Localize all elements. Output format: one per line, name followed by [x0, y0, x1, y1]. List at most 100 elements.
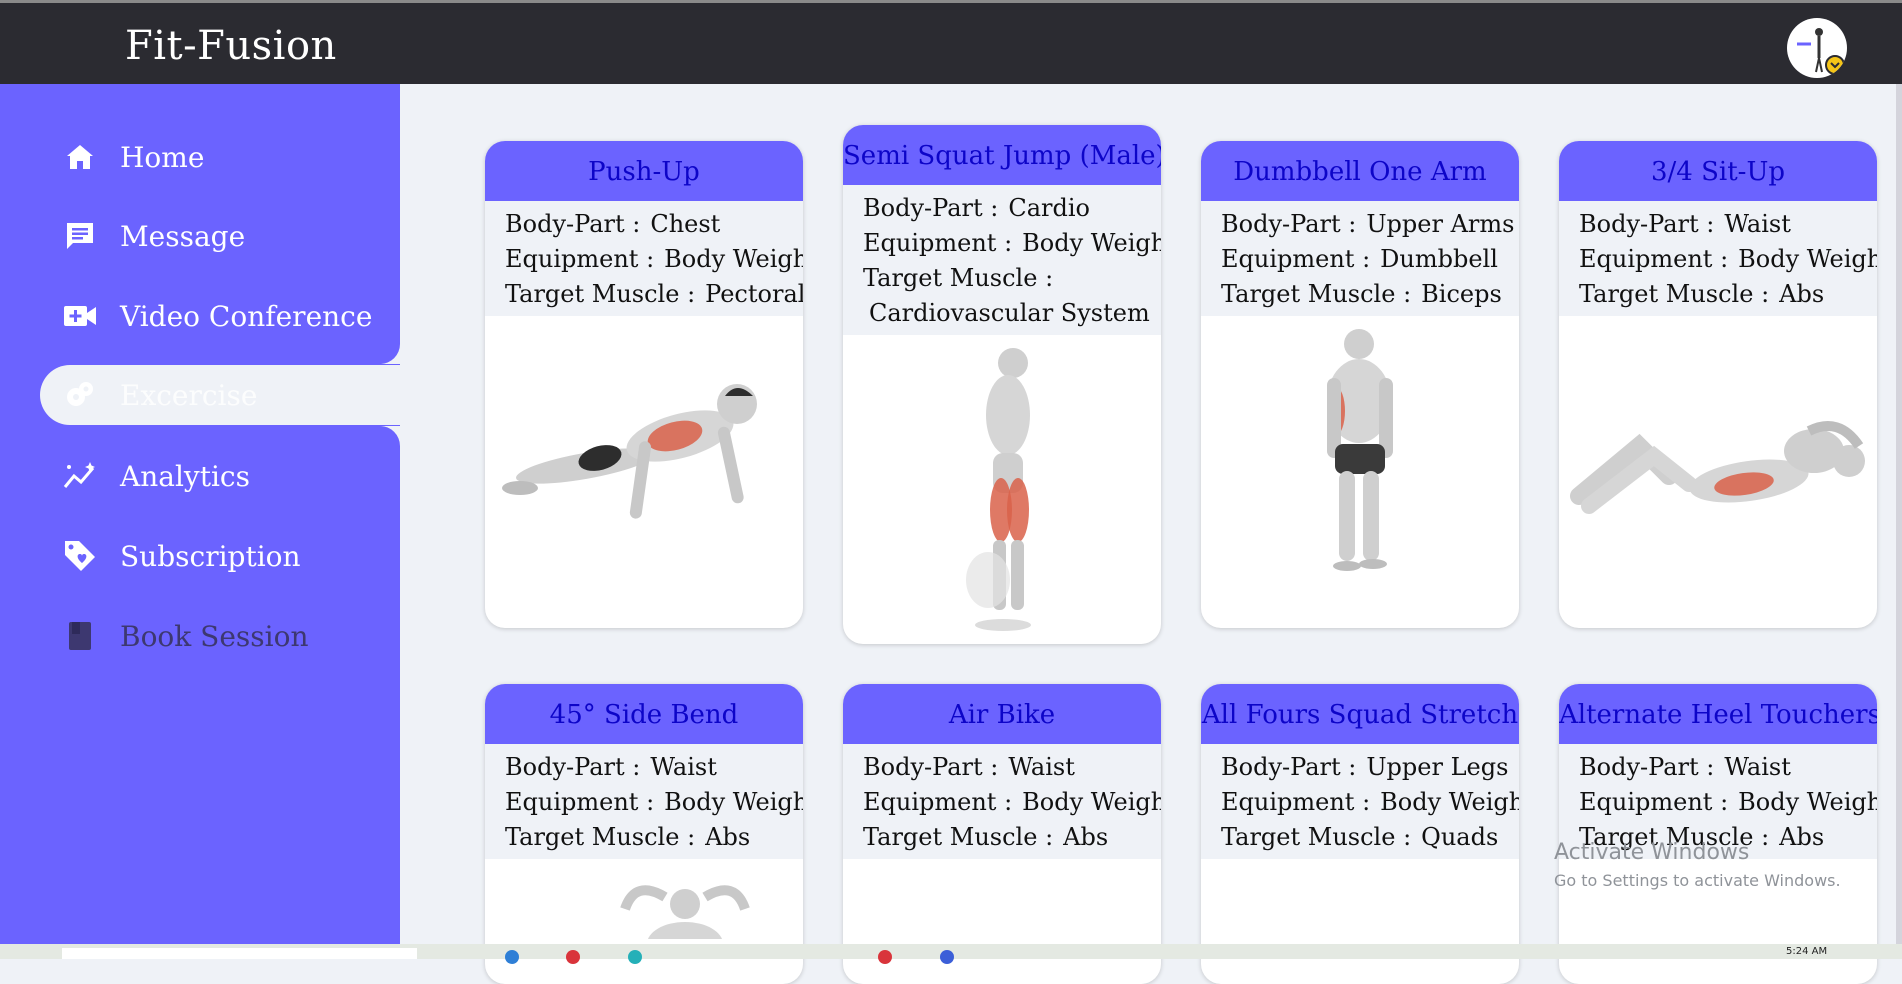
target-muscle-value: Cardiovascular System: [869, 299, 1150, 327]
exercise-card[interactable]: Dumbbell One Arm Body-Part : Upper Arms E…: [1201, 141, 1519, 628]
sidebar-item-label: Analytics: [120, 459, 250, 493]
sidebar-item-label: Excercise: [120, 378, 258, 412]
target-muscle-label: Target Muscle :: [505, 823, 696, 851]
target-muscle-value: Biceps: [1421, 280, 1502, 308]
sidebar-item-excercise[interactable]: Excercise: [40, 365, 400, 425]
body-part-value: Waist: [1724, 210, 1791, 238]
scrollbar[interactable]: [1896, 84, 1902, 944]
user-avatar[interactable]: [1787, 18, 1847, 78]
taskbar-clock[interactable]: 5:24 AM: [1786, 946, 1827, 957]
equipment-value: Dumbbell: [1380, 245, 1498, 273]
sidebar-item-label: Video Conference: [120, 299, 373, 333]
taskbar-app-icon[interactable]: [505, 950, 519, 964]
taskbar-app-icon[interactable]: [566, 950, 580, 964]
equipment-label: Equipment :: [1221, 788, 1371, 816]
sidebar-item-analytics[interactable]: Analytics: [40, 446, 400, 506]
exercise-card[interactable]: Push-Up Body-Part : Chest Equipment : Body…: [485, 141, 803, 628]
target-muscle-label: Target Muscle :: [505, 280, 696, 308]
exercise-card[interactable]: Alternate Heel Touchers Body-Part : Waist…: [1559, 684, 1877, 984]
top-bar: Fit-Fusion: [0, 0, 1902, 84]
equipment-label: Equipment :: [1579, 245, 1729, 273]
sidebar-item-video-conference[interactable]: Video Conference: [40, 286, 400, 346]
exercise-card[interactable]: Semi Squat Jump (Male) Body-Part : Cardio…: [843, 125, 1161, 644]
target-muscle-value: Quads: [1421, 823, 1499, 851]
body-part-value: Upper Legs: [1366, 753, 1509, 781]
exercise-title: Alternate Heel Touchers: [1559, 684, 1877, 744]
exercise-info: Body-Part : Waist Equipment : Body Weight …: [485, 744, 803, 859]
sidebar-item-home[interactable]: Home: [40, 127, 400, 187]
exercise-title: 45° Side Bend: [485, 684, 803, 744]
exercise-card[interactable]: Air Bike Body-Part : Waist Equipment : Bod…: [843, 684, 1161, 984]
equipment-value: Body Weight: [1738, 788, 1877, 816]
body-part-value: Waist: [1008, 753, 1075, 781]
target-muscle-label: Target Muscle :: [1221, 823, 1412, 851]
sidebar-curve: [360, 344, 400, 364]
exercise-icon: [40, 379, 120, 411]
equipment-value: Body Weight: [664, 245, 803, 273]
sidebar-curve: [360, 426, 400, 446]
sidebar-item-message[interactable]: Message: [40, 206, 400, 266]
message-icon: [40, 220, 120, 252]
body-part-value: Upper Arms: [1366, 210, 1515, 238]
taskbar-search[interactable]: [62, 948, 417, 959]
exercise-title: All Fours Squad Stretch: [1201, 684, 1519, 744]
body-part-value: Waist: [650, 753, 717, 781]
body-part-label: Body-Part :: [1579, 210, 1715, 238]
target-muscle-value: Pectorals: [705, 280, 803, 308]
equipment-label: Equipment :: [1579, 788, 1729, 816]
exercise-info: Body-Part : Upper Legs Equipment : Body We…: [1201, 744, 1519, 859]
body-part-label: Body-Part :: [505, 753, 641, 781]
equipment-label: Equipment :: [1221, 245, 1371, 273]
chevron-down-icon[interactable]: [1825, 55, 1845, 75]
equipment-label: Equipment :: [505, 245, 655, 273]
exercise-image: [843, 335, 1161, 639]
body-part-label: Body-Part :: [1579, 753, 1715, 781]
target-muscle-label: Target Muscle :: [863, 264, 1054, 292]
equipment-value: Body Weight: [1738, 245, 1877, 273]
sidebar-item-subscription[interactable]: Subscription: [40, 526, 400, 586]
equipment-value: Body Weight: [1380, 788, 1519, 816]
exercise-card[interactable]: All Fours Squad Stretch Body-Part : Upper…: [1201, 684, 1519, 984]
exercise-image: [485, 316, 803, 580]
target-muscle-label: Target Muscle :: [863, 823, 1054, 851]
exercise-card[interactable]: 45° Side Bend Body-Part : Waist Equipment…: [485, 684, 803, 984]
body-part-label: Body-Part :: [1221, 753, 1357, 781]
exercise-info: Body-Part : Cardio Equipment : Body Weight…: [843, 185, 1161, 335]
exercise-title: Air Bike: [843, 684, 1161, 744]
activation-watermark: Activate Windows Go to Settings to activ…: [1554, 840, 1841, 890]
tag-icon: [40, 539, 120, 573]
watermark-subtitle: Go to Settings to activate Windows.: [1554, 871, 1841, 890]
exercise-info: Body-Part : Chest Equipment : Body Weight …: [485, 201, 803, 316]
taskbar: 5:24 AM: [0, 944, 1902, 964]
taskbar-app-icon[interactable]: [940, 950, 954, 964]
exercise-info: Body-Part : Waist Equipment : Body Weight …: [843, 744, 1161, 859]
body-part-value: Cardio: [1008, 194, 1090, 222]
target-muscle-value: Abs: [1063, 823, 1109, 851]
exercise-card[interactable]: 3/4 Sit-Up Body-Part : Waist Equipment : B…: [1559, 141, 1877, 628]
exercise-info: Body-Part : Upper Arms Equipment : Dumbbel…: [1201, 201, 1519, 316]
exercise-image: [485, 859, 803, 966]
body-part-value: Chest: [650, 210, 721, 238]
equipment-value: Body Weight: [664, 788, 803, 816]
sidebar-item-book-session[interactable]: Book Session: [40, 606, 400, 666]
target-muscle-label: Target Muscle :: [1579, 280, 1770, 308]
body-part-label: Body-Part :: [1221, 210, 1357, 238]
equipment-label: Equipment :: [863, 229, 1013, 257]
equipment-value: Body Weight: [1022, 788, 1161, 816]
app-title[interactable]: Fit-Fusion: [125, 23, 337, 69]
body-part-label: Body-Part :: [863, 753, 999, 781]
book-icon: [40, 620, 120, 652]
home-icon: [40, 142, 120, 172]
target-muscle-label: Target Muscle :: [1221, 280, 1412, 308]
exercise-info: Body-Part : Waist Equipment : Body Weight …: [1559, 201, 1877, 316]
exercise-image: [1559, 316, 1877, 580]
analytics-icon: [40, 461, 120, 491]
exercise-title: Push-Up: [485, 141, 803, 201]
watermark-title: Activate Windows: [1554, 840, 1750, 865]
exercise-title: Semi Squat Jump (Male): [843, 125, 1161, 185]
equipment-label: Equipment :: [505, 788, 655, 816]
taskbar-app-icon[interactable]: [878, 950, 892, 964]
taskbar-app-icon[interactable]: [628, 950, 642, 964]
target-muscle-value: Abs: [1779, 280, 1825, 308]
equipment-value: Body Weight: [1022, 229, 1161, 257]
